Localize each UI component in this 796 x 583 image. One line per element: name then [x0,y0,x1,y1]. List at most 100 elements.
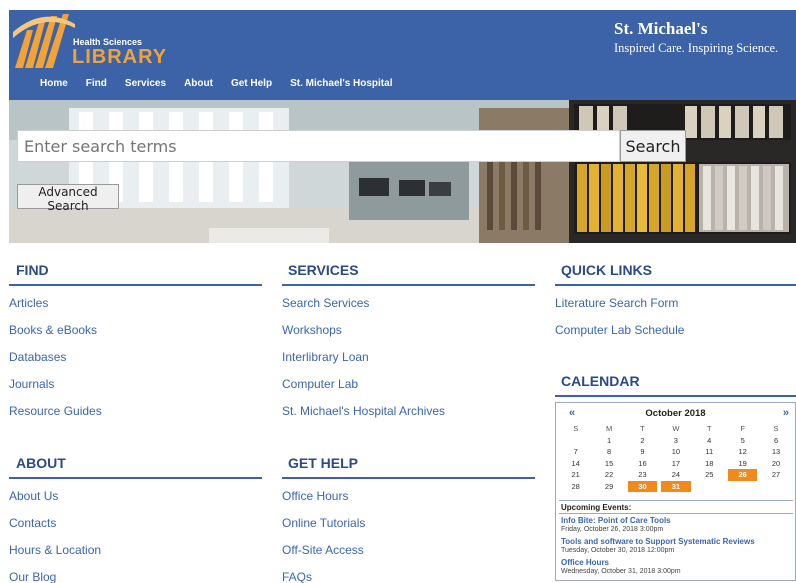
calendar-widget: « October 2018 » S M T W T F S 1 2 3 4 5 6 7 8 9 10 11 12 1… [555,402,796,581]
calendar-week-row: 7 8 9 10 11 12 13 [559,446,793,458]
calendar-day: 13 [771,447,781,456]
calendar-header: « October 2018 » [556,403,795,419]
nav-find[interactable]: Find [86,78,107,89]
calendar-day: 6 [773,435,779,445]
calendar-weekday-label: W [672,424,680,433]
calendar-divider [555,395,796,397]
upcoming-events-title: Upcoming Events: [561,503,632,512]
calendar-day [759,481,792,493]
find-link-journals[interactable]: Journals [9,377,54,391]
calendar-week-row: 28 29 30 31 [559,480,793,493]
nav-hospital[interactable]: St. Michael's Hospital [290,78,392,89]
help-link-office-hours[interactable]: Office Hours [282,489,348,503]
calendar-day: 28 [571,481,580,491]
event-title[interactable]: Info Bite: Point of Care Tools [561,516,671,525]
help-link-off-site[interactable]: Off-Site Access [282,543,364,557]
services-divider [282,284,535,286]
find-link-articles[interactable]: Articles [9,296,48,310]
calendar-day[interactable]: 26 [727,469,758,481]
calendar-day[interactable]: 30 [627,480,658,492]
event-title[interactable]: Office Hours [561,558,609,567]
calendar-day: 8 [607,447,612,456]
services-link-ill[interactable]: Interlibrary Loan [282,350,369,364]
calendar-week-row: 14 15 16 17 18 19 20 [559,458,793,470]
calendar-day: 3 [673,435,678,445]
calendar-month: October 2018 [645,408,706,419]
calendar-divider-line [559,500,793,501]
hospital-brand[interactable]: St. Michael's Inspired Care. Inspiring S… [614,19,794,56]
services-heading: SERVICES [288,262,359,278]
calendar-day: 2 [640,435,645,445]
calendar-week-row: 1 2 3 4 5 6 [559,435,793,447]
services-link-archives[interactable]: St. Michael's Hospital Archives [282,404,445,418]
services-link-workshops[interactable]: Workshops [282,323,342,337]
nav-about[interactable]: About [184,78,213,89]
event-date: Friday, October 26, 2018 3:00pm [561,526,664,533]
about-link-about-us[interactable]: About Us [9,489,58,503]
advanced-search-button[interactable]: Advanced Search [17,184,119,213]
calendar-day: 4 [707,435,712,445]
about-divider [9,477,262,479]
calendar-weekday-label: S [573,424,579,433]
calendar-day: 17 [671,458,681,468]
get-help-divider [282,477,535,479]
services-link-computer-lab[interactable]: Computer Lab [282,377,358,391]
event-title[interactable]: Tools and software to Support Systematic… [561,537,755,546]
hero-banner: Search Advanced Search [9,100,796,243]
calendar-day: 16 [638,458,647,468]
calendar-day: 1 [607,435,612,445]
about-link-hours[interactable]: Hours & Location [9,543,101,557]
about-link-blog[interactable]: Our Blog [9,570,56,583]
library-photo [9,100,796,243]
find-divider [9,284,262,286]
calendar-weekday-label: F [740,424,745,433]
calendar-day: 5 [740,435,745,445]
calendar-day [693,481,726,493]
calendar-grid: S M T W T F S 1 2 3 4 5 6 7 8 9 10 11 12 13 14 15 16 17 18 19 20 21… [559,423,793,492]
help-link-tutorials[interactable]: Online Tutorials [282,516,365,530]
next-month-button[interactable]: » [783,407,789,419]
calendar-weekday-label: T [640,424,645,433]
calendar-day: 27 [771,470,781,479]
calendar-day: 18 [705,458,714,468]
search-input[interactable] [17,130,620,162]
calendar-day: 21 [571,470,580,479]
about-heading: ABOUT [16,455,66,471]
find-heading: FIND [16,262,49,278]
main-nav: Home Find Services About Get Help St. Mi… [40,78,410,89]
calendar-weekday-label: M [605,424,613,433]
quick-link-lit-search[interactable]: Literature Search Form [555,296,678,310]
calendar-day: 10 [671,447,681,456]
nav-services[interactable]: Services [125,78,166,89]
quick-links-divider [555,284,796,286]
calendar-day: 12 [738,447,747,456]
event-date: Wednesday, October 31, 2018 3:00pm [561,568,681,575]
about-link-contacts[interactable]: Contacts [9,516,56,530]
calendar-weekday-label: T [706,424,712,433]
help-link-faqs[interactable]: FAQs [282,570,312,583]
calendar-day [726,481,759,493]
quick-links-heading: QUICK LINKS [561,262,652,278]
calendar-weekday-row: SMTWTFS [559,423,793,435]
calendar-day: 20 [771,458,781,468]
search-button[interactable]: Search [620,130,686,162]
calendar-week-row: 21 22 23 24 25 26 27 [559,469,793,481]
calendar-day[interactable]: 31 [661,480,691,492]
quick-link-lab-schedule[interactable]: Computer Lab Schedule [555,323,684,337]
get-help-heading: GET HELP [288,455,359,471]
find-link-books[interactable]: Books & eBooks [9,323,97,337]
calendar-day: 22 [604,470,614,479]
event-date: Tuesday, October 30, 2018 12:00pm [561,547,675,554]
calendar-day: 23 [638,470,647,479]
calendar-heading: CALENDAR [561,373,640,389]
site-header: Health Sciences LIBRARY St. Michael's In… [9,10,796,100]
find-link-databases[interactable]: Databases [9,350,66,364]
calendar-day: 25 [705,470,714,479]
calendar-day: 29 [604,481,614,491]
nav-get-help[interactable]: Get Help [231,78,272,89]
calendar-day: 15 [604,458,614,468]
nav-home[interactable]: Home [40,78,68,89]
calendar-day [559,435,592,447]
find-link-resource-guides[interactable]: Resource Guides [9,404,102,418]
services-link-search[interactable]: Search Services [282,296,369,310]
